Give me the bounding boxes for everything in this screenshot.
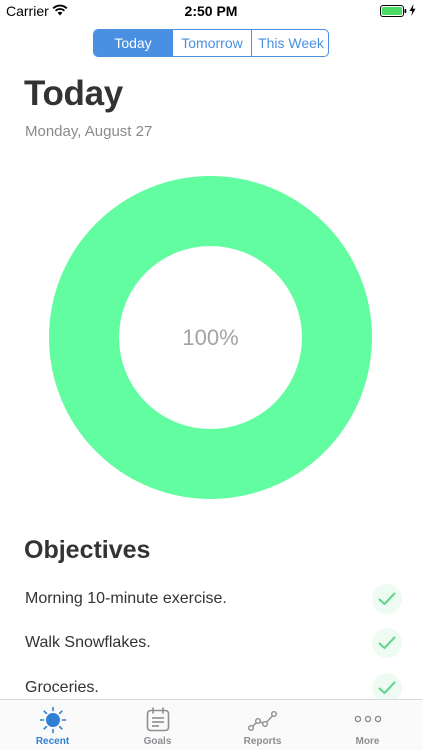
checkmark-button[interactable] xyxy=(372,628,402,658)
objective-label: Groceries. xyxy=(25,679,99,696)
checkmark-button[interactable] xyxy=(372,584,402,614)
battery-icon xyxy=(380,5,407,17)
tab-label: Reports xyxy=(243,736,282,747)
tab-label: Recent xyxy=(35,736,70,747)
objective-label: Morning 10-minute exercise. xyxy=(25,590,227,607)
chart-icon xyxy=(247,710,277,732)
tab-more[interactable]: More xyxy=(315,700,420,750)
objective-item: Walk Snowflakes. xyxy=(0,628,422,658)
objective-label: Walk Snowflakes. xyxy=(25,634,151,651)
more-icon xyxy=(354,715,381,723)
tab-label: Goals xyxy=(143,736,172,747)
segment-tomorrow[interactable]: Tomorrow xyxy=(173,30,252,56)
progress-percent: 100% xyxy=(182,324,239,350)
tab-recent[interactable]: Recent xyxy=(0,700,105,750)
objectives-title: Objectives xyxy=(24,536,151,564)
sun-icon xyxy=(39,706,66,734)
checkmark-icon xyxy=(378,636,396,649)
status-bar: Carrier 2:50 PM xyxy=(0,0,422,22)
objective-item: Morning 10-minute exercise. xyxy=(0,584,422,614)
checkmark-icon xyxy=(378,592,396,605)
segment-today[interactable]: Today xyxy=(94,30,173,56)
page-date: Monday, August 27 xyxy=(25,123,153,140)
segment-this-week[interactable]: This Week xyxy=(252,30,328,56)
tab-reports[interactable]: Reports xyxy=(210,700,315,750)
charging-bolt-icon xyxy=(409,4,416,16)
tab-bar: Recent Goals Reports More xyxy=(0,699,422,750)
page-title: Today xyxy=(24,74,123,113)
checkmark-icon xyxy=(378,681,396,694)
status-time: 2:50 PM xyxy=(184,3,238,19)
period-segmented-control: Today Tomorrow This Week xyxy=(93,29,329,57)
tab-goals[interactable]: Goals xyxy=(105,700,210,750)
tab-label: More xyxy=(355,736,380,747)
calendar-icon xyxy=(146,707,169,732)
